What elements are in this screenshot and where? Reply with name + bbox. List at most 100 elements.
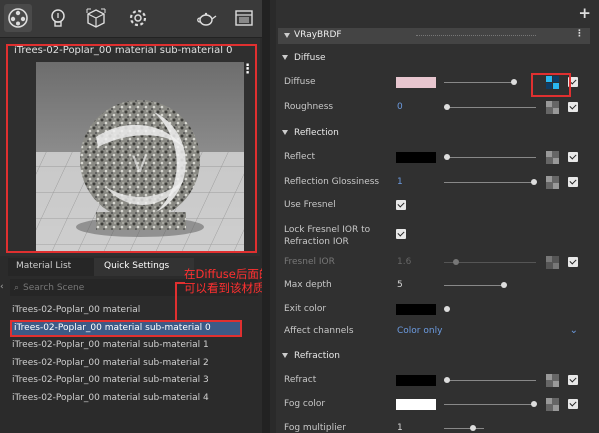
fresnel-ior-checkbox[interactable] bbox=[568, 257, 578, 267]
glossiness-slider-knob[interactable] bbox=[531, 179, 537, 185]
fog-color-swatch[interactable] bbox=[396, 399, 436, 410]
exit-color-label: Exit color bbox=[284, 304, 327, 314]
reflect-slider-knob[interactable] bbox=[444, 154, 450, 160]
light-icon[interactable] bbox=[44, 4, 72, 32]
checker-icon[interactable] bbox=[546, 101, 559, 114]
collapse-icon bbox=[282, 353, 288, 358]
reflect-row: Reflect bbox=[278, 149, 590, 167]
teapot-icon[interactable] bbox=[192, 4, 220, 32]
asset-editor-toolbar bbox=[0, 0, 270, 38]
roughness-checkbox[interactable] bbox=[568, 102, 578, 112]
roughness-label: Roughness bbox=[284, 102, 334, 112]
section-reflection[interactable]: Reflection bbox=[278, 128, 590, 143]
checker-icon[interactable] bbox=[546, 176, 559, 189]
checker-icon[interactable] bbox=[546, 151, 559, 164]
list-item-selected[interactable]: iTrees-02-Poplar_00 material sub-materia… bbox=[10, 319, 242, 337]
reflect-slider[interactable] bbox=[444, 157, 536, 158]
fog-multiplier-label: Fog multiplier bbox=[284, 423, 346, 433]
refract-slider-knob[interactable] bbox=[444, 377, 450, 383]
fog-multiplier-value[interactable]: 1 bbox=[397, 423, 403, 433]
reflection-glossiness-label: Reflection Glossiness bbox=[284, 177, 380, 187]
use-fresnel-row: Use Fresnel bbox=[278, 197, 590, 215]
refract-row: Refract bbox=[278, 372, 590, 390]
affect-channels-row: Affect channels Color only ⌄ bbox=[278, 323, 590, 341]
fog-color-slider[interactable] bbox=[444, 404, 536, 405]
fog-color-slider-knob[interactable] bbox=[531, 401, 537, 407]
roughness-value[interactable]: 0 bbox=[397, 102, 403, 112]
chevron-down-icon[interactable]: ⌄ bbox=[570, 325, 578, 336]
section-diffuse-title: Diffuse bbox=[294, 53, 326, 63]
roughness-slider-knob[interactable] bbox=[444, 104, 450, 110]
exit-color-slider-knob[interactable] bbox=[444, 306, 450, 312]
fog-color-row: Fog color bbox=[278, 396, 590, 414]
affect-channels-value[interactable]: Color only bbox=[397, 326, 442, 336]
lock-fresnel-label: Lock Fresnel IOR to Refraction IOR bbox=[284, 224, 370, 248]
panel-splitter[interactable] bbox=[262, 0, 270, 433]
fresnel-ior-value[interactable]: 1.6 bbox=[397, 257, 411, 267]
add-layer-icon[interactable]: + bbox=[578, 4, 591, 22]
fog-color-label: Fog color bbox=[284, 399, 326, 409]
highlight-box-preview bbox=[6, 44, 257, 253]
reflect-color-swatch[interactable] bbox=[396, 152, 436, 163]
reflect-label: Reflect bbox=[284, 152, 316, 162]
brdf-more-icon[interactable]: ⋮ bbox=[575, 29, 584, 39]
tab-quick-settings[interactable]: Quick Settings bbox=[94, 258, 194, 276]
search-placeholder: Search Scene bbox=[23, 282, 85, 293]
brdf-header[interactable]: VRayBRDF ⋮ bbox=[278, 28, 590, 44]
brdf-title: VRayBRDF bbox=[294, 30, 342, 40]
list-item[interactable]: iTrees-02-Poplar_00 material sub-materia… bbox=[10, 390, 260, 408]
material-icon[interactable] bbox=[4, 4, 32, 32]
fog-multiplier-row: Fog multiplier 1 bbox=[278, 420, 590, 433]
list-item[interactable]: iTrees-02-Poplar_00 material sub-materia… bbox=[10, 372, 260, 390]
list-item[interactable]: iTrees-02-Poplar_00 material sub-materia… bbox=[10, 337, 260, 355]
geometry-icon[interactable] bbox=[82, 4, 110, 32]
use-fresnel-checkbox[interactable] bbox=[396, 200, 406, 210]
diffuse-slider[interactable] bbox=[444, 82, 514, 83]
max-depth-value[interactable]: 5 bbox=[397, 280, 403, 290]
roughness-slider[interactable] bbox=[444, 107, 536, 108]
render-window-icon[interactable] bbox=[230, 4, 258, 32]
fresnel-ior-slider-knob[interactable] bbox=[453, 259, 459, 265]
section-reflection-title: Reflection bbox=[294, 128, 339, 138]
reflect-checkbox[interactable] bbox=[568, 152, 578, 162]
affect-channels-label: Affect channels bbox=[284, 326, 354, 336]
fog-color-checkbox[interactable] bbox=[568, 399, 578, 409]
material-preview-panel: iTrees-02-Poplar_00 material sub-materia… bbox=[0, 38, 260, 256]
fog-multiplier-slider-knob[interactable] bbox=[470, 425, 476, 431]
checker-icon[interactable] bbox=[546, 374, 559, 387]
checker-icon[interactable] bbox=[546, 398, 559, 411]
max-depth-row: Max depth 5 bbox=[278, 277, 590, 295]
glossiness-slider[interactable] bbox=[444, 182, 536, 183]
diffuse-slider-knob[interactable] bbox=[511, 79, 517, 85]
glossiness-checkbox[interactable] bbox=[568, 177, 578, 187]
settings-icon[interactable] bbox=[124, 4, 152, 32]
material-properties-panel: + VRayBRDF ⋮ Diffuse Diffuse Roughness 0… bbox=[276, 0, 599, 433]
fog-multiplier-slider[interactable] bbox=[444, 428, 484, 429]
search-icon: ⌕ bbox=[14, 282, 20, 293]
checker-icon[interactable] bbox=[546, 256, 559, 269]
drag-handle[interactable] bbox=[416, 35, 536, 37]
lock-fresnel-checkbox[interactable] bbox=[396, 229, 406, 239]
exit-color-row: Exit color bbox=[278, 301, 590, 319]
diffuse-color-swatch[interactable] bbox=[396, 77, 436, 88]
collapse-icon bbox=[284, 33, 290, 38]
fresnel-ior-label: Fresnel IOR bbox=[284, 257, 335, 267]
collapse-left-icon[interactable]: ‹ bbox=[0, 282, 8, 300]
refract-color-swatch[interactable] bbox=[396, 375, 436, 386]
reflection-glossiness-row: Reflection Glossiness 1 bbox=[278, 174, 590, 192]
section-diffuse[interactable]: Diffuse bbox=[278, 53, 590, 68]
max-depth-slider[interactable] bbox=[444, 285, 504, 286]
collapse-icon bbox=[282, 55, 288, 60]
refract-label: Refract bbox=[284, 375, 317, 385]
refract-checkbox[interactable] bbox=[568, 375, 578, 385]
max-depth-slider-knob[interactable] bbox=[501, 282, 507, 288]
list-item[interactable]: iTrees-02-Poplar_00 material bbox=[10, 302, 260, 320]
exit-color-swatch[interactable] bbox=[396, 304, 436, 315]
list-item[interactable]: iTrees-02-Poplar_00 material sub-materia… bbox=[10, 355, 260, 373]
max-depth-label: Max depth bbox=[284, 280, 332, 290]
tab-material-list[interactable]: Material List bbox=[8, 258, 94, 276]
reflection-glossiness-value[interactable]: 1 bbox=[397, 177, 403, 187]
collapse-icon bbox=[282, 130, 288, 135]
refract-slider[interactable] bbox=[444, 380, 536, 381]
section-refraction[interactable]: Refraction bbox=[278, 351, 590, 366]
